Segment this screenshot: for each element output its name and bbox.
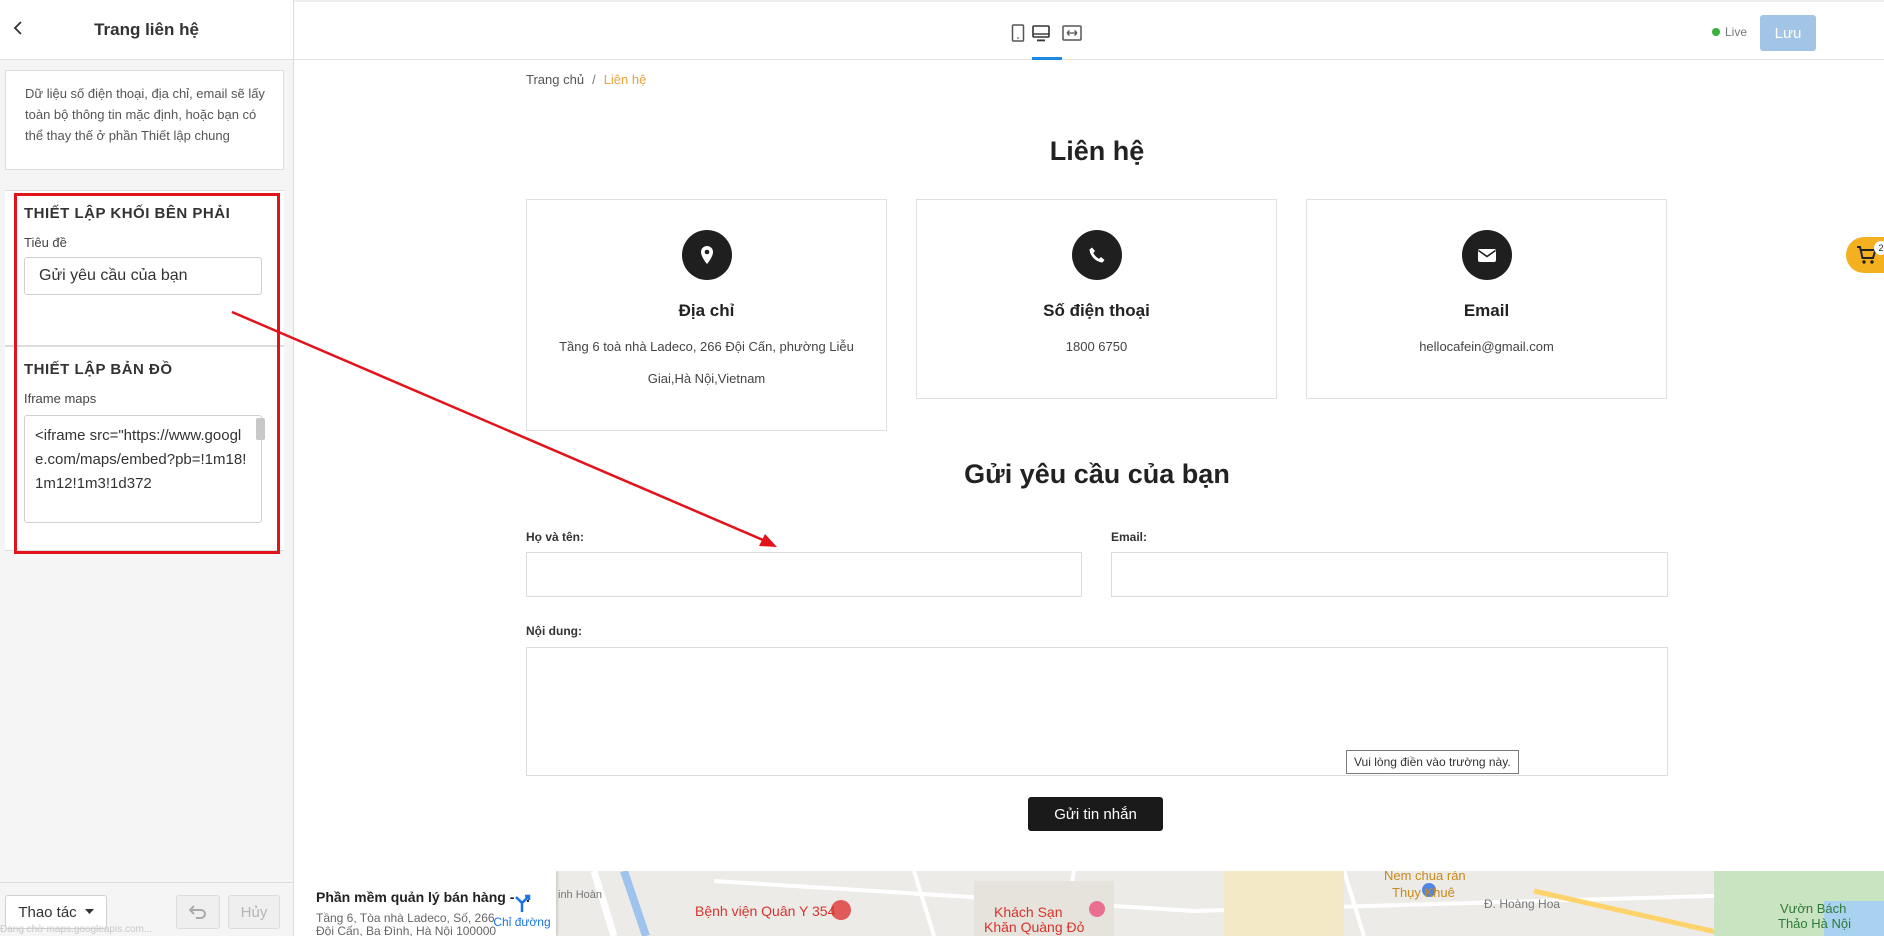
- name-input[interactable]: [526, 552, 1082, 597]
- page-preview: Trang chủ / Liên hệ Liên hệ Địa chỉ Tầng 6…: [294, 60, 1884, 936]
- phone-icon: [1071, 230, 1122, 280]
- mobile-icon[interactable]: [1007, 22, 1029, 44]
- email-card-text: hellocafein@gmail.com: [1419, 339, 1554, 354]
- cart-count-badge: 2: [1874, 241, 1884, 255]
- phone-card-title: Số điện thoại: [1043, 301, 1150, 320]
- map-pin-icon: [681, 230, 732, 280]
- caret-down-icon: [84, 909, 94, 914]
- email-field-label: Email:: [1111, 530, 1148, 544]
- map-label-road: Đ. Hoàng Hoa: [1484, 897, 1561, 911]
- annotation-highlight-box: [14, 193, 280, 554]
- map-label-street: inh Hoàn: [558, 889, 603, 901]
- validation-tooltip: Vui lòng điền vào trường này.: [1346, 750, 1519, 774]
- map-place-address: Tầng 6, Tòa nhà Ladeco, Số, 266 Đội Cấn,…: [316, 911, 497, 936]
- email-card: Email hellocafein@gmail.com: [1306, 199, 1667, 399]
- map-label-hotel-name: Khăn Quàng Đỏ: [984, 919, 1085, 935]
- form-title: Gửi yêu cầu của bạn: [964, 459, 1230, 489]
- map-label-park: Vườn Bách: [1780, 901, 1847, 916]
- envelope-icon: [1461, 230, 1512, 280]
- live-status: Live: [1712, 25, 1747, 39]
- page-title: Liên hệ: [1049, 136, 1145, 166]
- directions-icon: [515, 894, 531, 912]
- address-card: Địa chỉ Tầng 6 toà nhà Ladeco, 266 Đội C…: [526, 199, 887, 431]
- map-label-park-city: Thảo Hà Nội: [1778, 916, 1851, 931]
- google-map-embed[interactable]: Bệnh viện Quân Y 354 Khách Sạn Khăn Quàn…: [294, 871, 1884, 936]
- hotel-marker-icon[interactable]: [1089, 901, 1105, 917]
- desktop-icon[interactable]: [1030, 22, 1052, 44]
- save-button[interactable]: Lưu: [1760, 15, 1816, 51]
- settings-sidebar: Trang liên hệ Dữ liệu số điện thoại, địa…: [0, 0, 294, 936]
- map-directions-button[interactable]: Chỉ đường: [492, 893, 552, 929]
- breadcrumb-separator: /: [592, 72, 596, 87]
- undo-button[interactable]: [176, 895, 220, 929]
- sidebar-title: Trang liên hệ: [94, 19, 199, 39]
- content-field-label: Nội dung:: [526, 624, 582, 638]
- breadcrumb: Trang chủ / Liên hệ: [526, 72, 646, 87]
- send-message-button[interactable]: Gửi tin nhắn: [1028, 797, 1163, 831]
- map-info-card: Phần mềm quản lý bán hàng - ... Tầng 6, …: [294, 871, 556, 936]
- back-chevron-icon[interactable]: [8, 20, 28, 40]
- live-label: Live: [1725, 25, 1748, 39]
- map-label-hotel: Khách Sạn: [994, 904, 1063, 920]
- name-field-label: Họ và tên:: [526, 530, 585, 544]
- editor-toolbar: Live Lưu: [294, 0, 1884, 60]
- cancel-button[interactable]: Hủy: [228, 895, 280, 929]
- map-label-restaurant-area: Thụy Khuê: [1392, 885, 1455, 900]
- map-label-restaurant: Nem chua rán: [1384, 871, 1466, 883]
- browser-status-text: Đang chờ maps.googleapis.com...: [0, 924, 153, 935]
- actions-label: Thao tác: [18, 903, 77, 921]
- undo-icon: [189, 905, 206, 919]
- email-input[interactable]: [1111, 552, 1668, 597]
- phone-card: Số điện thoại 1800 6750: [916, 199, 1277, 399]
- phone-card-text: 1800 6750: [1065, 339, 1128, 354]
- info-note: Dữ liệu số điện thoại, địa chỉ, email sẽ…: [5, 70, 284, 170]
- cart-button[interactable]: 2: [1846, 237, 1884, 273]
- breadcrumb-current: Liên hệ: [603, 72, 647, 87]
- directions-label: Chỉ đường: [493, 915, 551, 929]
- fullwidth-icon[interactable]: [1061, 22, 1083, 44]
- address-card-text: Tầng 6 toà nhà Ladeco, 266 Đội Cấn, phườ…: [559, 339, 854, 386]
- email-card-title: Email: [1463, 301, 1510, 320]
- address-card-title: Địa chỉ: [678, 301, 735, 320]
- breadcrumb-home-link[interactable]: Trang chủ: [526, 72, 584, 87]
- map-label-hospital: Bệnh viện Quân Y 354: [695, 903, 836, 919]
- sidebar-header: Trang liên hệ: [0, 0, 293, 60]
- live-status-dot: [1712, 28, 1720, 36]
